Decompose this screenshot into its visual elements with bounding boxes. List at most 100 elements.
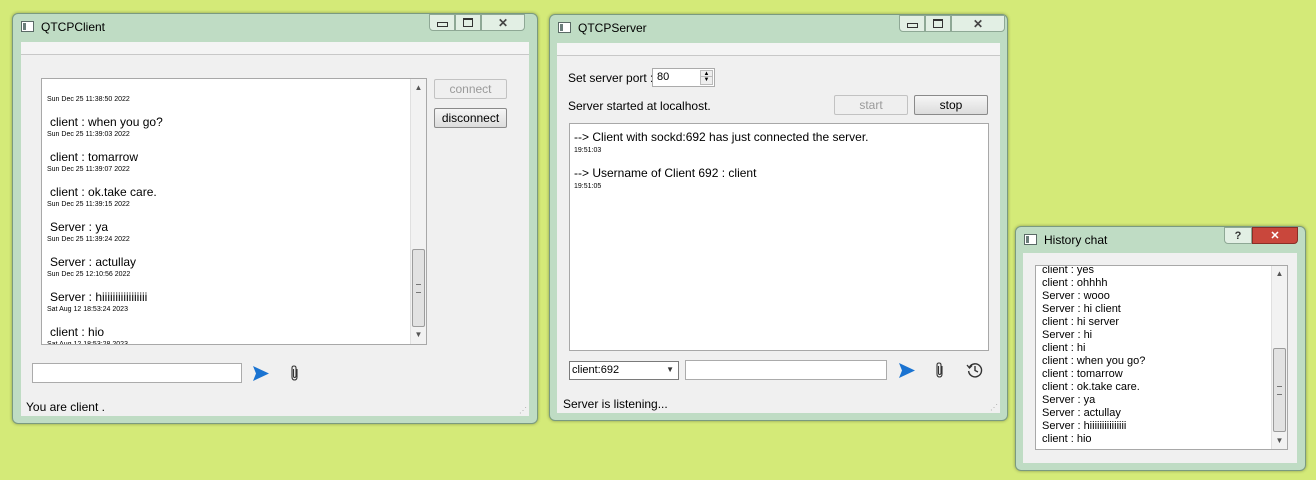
maximize-icon: [463, 18, 473, 27]
client-message-input[interactable]: [32, 363, 242, 383]
history-icon[interactable]: [966, 361, 984, 379]
close-button[interactable]: ✕: [1252, 227, 1298, 244]
port-label: Set server port :: [568, 71, 654, 85]
history-line: Server : actullay: [1042, 407, 1121, 419]
chat-message-timestamp: Sat Aug 12 18:53:28 2023: [47, 341, 128, 345]
server-status: Server is listening...: [563, 397, 668, 411]
chat-message-text: Server : actullay: [50, 255, 137, 269]
client-window: QTCPClient ✕ Sun Dec 25 11:38:50 2022 cli…: [12, 13, 538, 424]
client-status: You are client .: [26, 400, 105, 414]
resize-grip[interactable]: ⋰: [519, 406, 527, 415]
chat-message-timestamp: Sun Dec 25 11:39:24 2022: [47, 236, 130, 243]
server-window-title: QTCPServer: [578, 21, 647, 35]
server-window: QTCPServer ✕ Set server port : 80 ▲ ▼ Se…: [549, 14, 1008, 421]
chat-message-text: client : hio: [50, 325, 105, 339]
client-body: Sun Dec 25 11:38:50 2022 client : when yo…: [21, 42, 529, 416]
menu-bar: [557, 43, 1000, 56]
paperclip-icon[interactable]: [289, 365, 301, 382]
minimize-icon: [436, 22, 448, 27]
app-icon: [1024, 234, 1037, 245]
chat-message: client : tomarrow Sun Dec 25 11:39:07 202…: [47, 143, 407, 178]
port-spinbox[interactable]: 80 ▲ ▼: [652, 68, 715, 87]
send-icon[interactable]: [252, 365, 270, 382]
server-titlebar[interactable]: QTCPServer ✕: [550, 15, 1007, 41]
start-button[interactable]: start: [834, 95, 908, 115]
client-select[interactable]: client:692 ▼: [569, 361, 679, 380]
chat-message: client : ok.take care. Sun Dec 25 11:39:1…: [47, 178, 407, 213]
help-button[interactable]: ?: [1224, 227, 1252, 244]
log-entry-timestamp: 19:51:05: [574, 183, 602, 190]
maximize-button[interactable]: [455, 14, 481, 31]
chat-message-timestamp: Sun Dec 25 11:39:07 2022: [47, 166, 130, 173]
log-entry-timestamp: 19:51:03: [574, 147, 602, 154]
maximize-icon: [933, 19, 943, 28]
chat-message: Sun Dec 25 11:38:50 2022: [47, 79, 407, 108]
chat-message: Server : actullay Sun Dec 25 12:10:56 202…: [47, 248, 407, 283]
chat-message: client : hio Sat Aug 12 18:53:28 2023: [47, 318, 407, 345]
history-line: Server : hiiiiiiiiiiiiiii: [1042, 420, 1127, 432]
port-value: 80: [657, 71, 670, 83]
app-icon: [558, 22, 571, 33]
maximize-button[interactable]: [925, 15, 951, 32]
history-line: client : ok.take care.: [1042, 381, 1140, 393]
server-message-input[interactable]: [685, 360, 887, 380]
server-log-entries: --> Client with sockd:692 has just conne…: [574, 130, 984, 202]
send-icon[interactable]: [898, 362, 916, 379]
chat-message-timestamp: Sun Dec 25 12:10:56 2022: [47, 271, 131, 278]
chat-message-timestamp: Sun Dec 25 11:38:50 2022: [47, 96, 130, 103]
history-line: client : ohhhh: [1042, 277, 1108, 289]
spin-down-icon[interactable]: ▼: [700, 76, 713, 85]
chat-message: client : when you go? Sun Dec 25 11:39:03…: [47, 108, 407, 143]
close-icon: ✕: [972, 16, 984, 31]
scrollbar-thumb[interactable]: [1273, 348, 1286, 432]
chat-message-text: client : tomarrow: [50, 150, 139, 164]
server-log[interactable]: --> Client with sockd:692 has just conne…: [569, 123, 989, 351]
history-scrollbar[interactable]: ▲ ▼: [1271, 266, 1287, 449]
chat-messages-list[interactable]: Sun Dec 25 11:38:50 2022 client : when yo…: [41, 78, 427, 345]
app-icon: [21, 21, 34, 32]
scroll-up-arrow[interactable]: ▲: [1272, 267, 1287, 281]
chat-message-timestamp: Sun Dec 25 11:39:15 2022: [47, 201, 130, 208]
log-entry: --> Client with sockd:692 has just conne…: [574, 130, 984, 166]
history-line: Server : hi client: [1042, 303, 1121, 315]
chevron-down-icon: ▼: [666, 365, 674, 374]
connect-button[interactable]: connect: [434, 79, 507, 99]
client-select-value: client:692: [572, 364, 620, 376]
history-line: Server : ya: [1042, 394, 1096, 406]
chat-message: Server : ya Sun Dec 25 11:39:24 2022: [47, 213, 407, 248]
close-button[interactable]: ✕: [481, 14, 525, 31]
disconnect-button[interactable]: disconnect: [434, 108, 507, 128]
help-icon: ?: [1234, 229, 1242, 242]
client-titlebar[interactable]: QTCPClient ✕: [13, 14, 537, 40]
log-entry: --> Username of Client 692 : client 19:51…: [574, 166, 984, 202]
menu-bar: [21, 42, 529, 55]
close-button[interactable]: ✕: [951, 15, 1005, 32]
minimize-icon: [906, 23, 918, 28]
minimize-button[interactable]: [429, 14, 455, 31]
scroll-down-arrow[interactable]: ▼: [1272, 434, 1287, 448]
log-entry-text: --> Client with sockd:692 has just conne…: [574, 130, 869, 144]
chat-message-text: client : ok.take care.: [50, 185, 157, 199]
history-body: client : yes client : ohhhh Server : wooo S…: [1023, 253, 1297, 463]
history-titlebar[interactable]: History chat ? ✕: [1016, 227, 1305, 253]
chat-message-text: Server : ya: [50, 220, 109, 234]
history-list[interactable]: client : yes client : ohhhh Server : wooo S…: [1035, 265, 1288, 450]
history-window: History chat ? ✕ client : yes client : oh…: [1015, 226, 1306, 471]
history-line: client : yes: [1042, 265, 1094, 276]
minimize-button[interactable]: [899, 15, 925, 32]
scroll-up-arrow[interactable]: ▲: [411, 81, 426, 95]
history-window-title: History chat: [1044, 233, 1108, 247]
chat-message-text: client : when you go?: [50, 115, 163, 129]
history-line: client : hi: [1042, 342, 1086, 354]
client-window-title: QTCPClient: [41, 20, 106, 34]
history-line: client : tomarrow: [1042, 368, 1123, 380]
history-line: client : when you go?: [1042, 355, 1146, 367]
close-icon: ✕: [497, 15, 509, 30]
chat-scrollbar[interactable]: ▲ ▼: [410, 79, 426, 344]
stop-button[interactable]: stop: [914, 95, 988, 115]
scroll-down-arrow[interactable]: ▼: [411, 328, 426, 342]
scrollbar-thumb[interactable]: [412, 249, 425, 327]
resize-grip[interactable]: ⋰: [990, 403, 998, 412]
close-icon: ✕: [1270, 230, 1280, 242]
paperclip-icon[interactable]: [934, 362, 946, 379]
